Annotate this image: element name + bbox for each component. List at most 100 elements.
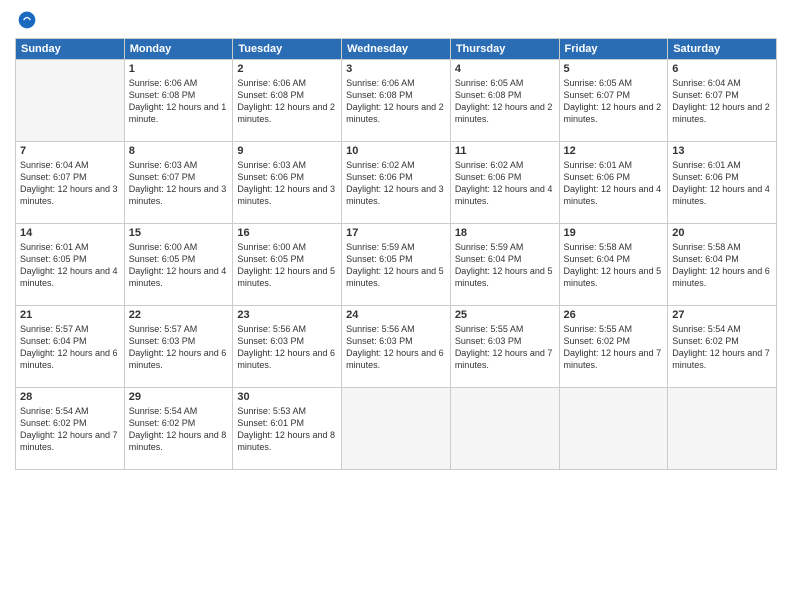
- day-number: 10: [346, 145, 446, 157]
- day-number: 7: [20, 145, 120, 157]
- week-row-2: 14 Sunrise: 6:01 AMSunset: 6:05 PMDayligh…: [16, 224, 777, 306]
- day-number: 13: [672, 145, 772, 157]
- day-number: 25: [455, 309, 555, 321]
- day-info: Sunrise: 6:03 AMSunset: 6:07 PMDaylight:…: [129, 159, 229, 208]
- calendar-cell: 4 Sunrise: 6:05 AMSunset: 6:08 PMDaylight…: [450, 60, 559, 142]
- day-number: 21: [20, 309, 120, 321]
- day-number: 3: [346, 63, 446, 75]
- day-number: 2: [237, 63, 337, 75]
- calendar-cell: 22 Sunrise: 5:57 AMSunset: 6:03 PMDayligh…: [124, 306, 233, 388]
- day-info: Sunrise: 6:00 AMSunset: 6:05 PMDaylight:…: [237, 241, 337, 290]
- calendar-cell: [559, 388, 668, 470]
- day-info: Sunrise: 6:04 AMSunset: 6:07 PMDaylight:…: [20, 159, 120, 208]
- day-info: Sunrise: 6:02 AMSunset: 6:06 PMDaylight:…: [346, 159, 446, 208]
- day-info: Sunrise: 6:01 AMSunset: 6:05 PMDaylight:…: [20, 241, 120, 290]
- day-info: Sunrise: 5:54 AMSunset: 6:02 PMDaylight:…: [129, 405, 229, 454]
- day-number: 26: [564, 309, 664, 321]
- calendar-cell: 16 Sunrise: 6:00 AMSunset: 6:05 PMDayligh…: [233, 224, 342, 306]
- day-number: 5: [564, 63, 664, 75]
- calendar-cell: 11 Sunrise: 6:02 AMSunset: 6:06 PMDayligh…: [450, 142, 559, 224]
- day-info: Sunrise: 5:59 AMSunset: 6:05 PMDaylight:…: [346, 241, 446, 290]
- day-number: 20: [672, 227, 772, 239]
- day-number: 23: [237, 309, 337, 321]
- weekday-header-saturday: Saturday: [668, 39, 777, 60]
- day-info: Sunrise: 6:01 AMSunset: 6:06 PMDaylight:…: [564, 159, 664, 208]
- weekday-header-tuesday: Tuesday: [233, 39, 342, 60]
- logo: [15, 10, 37, 30]
- calendar-cell: 8Sunrise: 6:03 AMSunset: 6:07 PMDaylight…: [124, 142, 233, 224]
- calendar-cell: 20 Sunrise: 5:58 AMSunset: 6:04 PMDayligh…: [668, 224, 777, 306]
- day-info: Sunrise: 6:01 AMSunset: 6:06 PMDaylight:…: [672, 159, 772, 208]
- calendar-cell: 18Sunrise: 5:59 AMSunset: 6:04 PMDayligh…: [450, 224, 559, 306]
- day-number: 4: [455, 63, 555, 75]
- week-row-1: 7 Sunrise: 6:04 AMSunset: 6:07 PMDaylight…: [16, 142, 777, 224]
- week-row-0: 1 Sunrise: 6:06 AMSunset: 6:08 PMDaylight…: [16, 60, 777, 142]
- day-info: Sunrise: 6:05 AMSunset: 6:08 PMDaylight:…: [455, 77, 555, 126]
- day-number: 9: [237, 145, 337, 157]
- calendar-container: SundayMondayTuesdayWednesdayThursdayFrid…: [0, 0, 792, 612]
- day-info: Sunrise: 5:57 AMSunset: 6:03 PMDaylight:…: [129, 323, 229, 372]
- week-row-3: 21 Sunrise: 5:57 AMSunset: 6:04 PMDayligh…: [16, 306, 777, 388]
- day-info: Sunrise: 6:06 AMSunset: 6:08 PMDaylight:…: [346, 77, 446, 126]
- day-number: 1: [129, 63, 229, 75]
- day-number: 27: [672, 309, 772, 321]
- calendar-cell: [342, 388, 451, 470]
- calendar-cell: 15 Sunrise: 6:00 AMSunset: 6:05 PMDayligh…: [124, 224, 233, 306]
- calendar-cell: 13 Sunrise: 6:01 AMSunset: 6:06 PMDayligh…: [668, 142, 777, 224]
- day-info: Sunrise: 6:02 AMSunset: 6:06 PMDaylight:…: [455, 159, 555, 208]
- day-info: Sunrise: 6:04 AMSunset: 6:07 PMDaylight:…: [672, 77, 772, 126]
- calendar-cell: 25Sunrise: 5:55 AMSunset: 6:03 PMDayligh…: [450, 306, 559, 388]
- calendar-cell: 23Sunrise: 5:56 AMSunset: 6:03 PMDayligh…: [233, 306, 342, 388]
- day-info: Sunrise: 5:58 AMSunset: 6:04 PMDaylight:…: [672, 241, 772, 290]
- calendar-cell: 29 Sunrise: 5:54 AMSunset: 6:02 PMDayligh…: [124, 388, 233, 470]
- calendar-cell: 27Sunrise: 5:54 AMSunset: 6:02 PMDayligh…: [668, 306, 777, 388]
- calendar-cell: 19Sunrise: 5:58 AMSunset: 6:04 PMDayligh…: [559, 224, 668, 306]
- calendar-cell: [668, 388, 777, 470]
- calendar-cell: 7 Sunrise: 6:04 AMSunset: 6:07 PMDaylight…: [16, 142, 125, 224]
- calendar-cell: 21 Sunrise: 5:57 AMSunset: 6:04 PMDayligh…: [16, 306, 125, 388]
- calendar-cell: 5 Sunrise: 6:05 AMSunset: 6:07 PMDaylight…: [559, 60, 668, 142]
- calendar-cell: [450, 388, 559, 470]
- day-info: Sunrise: 6:03 AMSunset: 6:06 PMDaylight:…: [237, 159, 337, 208]
- calendar-cell: [16, 60, 125, 142]
- day-info: Sunrise: 5:54 AMSunset: 6:02 PMDaylight:…: [20, 405, 120, 454]
- day-number: 11: [455, 145, 555, 157]
- weekday-header-wednesday: Wednesday: [342, 39, 451, 60]
- day-info: Sunrise: 6:06 AMSunset: 6:08 PMDaylight:…: [129, 77, 229, 126]
- day-info: Sunrise: 6:06 AMSunset: 6:08 PMDaylight:…: [237, 77, 337, 126]
- day-info: Sunrise: 5:56 AMSunset: 6:03 PMDaylight:…: [346, 323, 446, 372]
- day-number: 17: [346, 227, 446, 239]
- day-info: Sunrise: 5:53 AMSunset: 6:01 PMDaylight:…: [237, 405, 337, 454]
- calendar-cell: 6Sunrise: 6:04 AMSunset: 6:07 PMDaylight…: [668, 60, 777, 142]
- day-info: Sunrise: 5:57 AMSunset: 6:04 PMDaylight:…: [20, 323, 120, 372]
- day-number: 16: [237, 227, 337, 239]
- day-info: Sunrise: 6:05 AMSunset: 6:07 PMDaylight:…: [564, 77, 664, 126]
- day-info: Sunrise: 5:59 AMSunset: 6:04 PMDaylight:…: [455, 241, 555, 290]
- week-row-4: 28Sunrise: 5:54 AMSunset: 6:02 PMDayligh…: [16, 388, 777, 470]
- calendar-cell: 1 Sunrise: 6:06 AMSunset: 6:08 PMDaylight…: [124, 60, 233, 142]
- calendar-table: SundayMondayTuesdayWednesdayThursdayFrid…: [15, 38, 777, 470]
- logo-icon: [17, 10, 37, 30]
- day-number: 30: [237, 391, 337, 403]
- calendar-cell: 12Sunrise: 6:01 AMSunset: 6:06 PMDayligh…: [559, 142, 668, 224]
- weekday-header-row: SundayMondayTuesdayWednesdayThursdayFrid…: [16, 39, 777, 60]
- calendar-cell: 2 Sunrise: 6:06 AMSunset: 6:08 PMDaylight…: [233, 60, 342, 142]
- day-number: 29: [129, 391, 229, 403]
- day-number: 22: [129, 309, 229, 321]
- calendar-cell: 3 Sunrise: 6:06 AMSunset: 6:08 PMDaylight…: [342, 60, 451, 142]
- calendar-cell: 24 Sunrise: 5:56 AMSunset: 6:03 PMDayligh…: [342, 306, 451, 388]
- calendar-cell: 28Sunrise: 5:54 AMSunset: 6:02 PMDayligh…: [16, 388, 125, 470]
- calendar-cell: 17 Sunrise: 5:59 AMSunset: 6:05 PMDayligh…: [342, 224, 451, 306]
- calendar-cell: 30 Sunrise: 5:53 AMSunset: 6:01 PMDayligh…: [233, 388, 342, 470]
- day-number: 24: [346, 309, 446, 321]
- weekday-header-thursday: Thursday: [450, 39, 559, 60]
- calendar-cell: 26 Sunrise: 5:55 AMSunset: 6:02 PMDayligh…: [559, 306, 668, 388]
- day-number: 15: [129, 227, 229, 239]
- day-number: 14: [20, 227, 120, 239]
- weekday-header-monday: Monday: [124, 39, 233, 60]
- header: [15, 10, 777, 30]
- calendar-cell: 10 Sunrise: 6:02 AMSunset: 6:06 PMDayligh…: [342, 142, 451, 224]
- day-info: Sunrise: 6:00 AMSunset: 6:05 PMDaylight:…: [129, 241, 229, 290]
- day-info: Sunrise: 5:55 AMSunset: 6:02 PMDaylight:…: [564, 323, 664, 372]
- day-info: Sunrise: 5:58 AMSunset: 6:04 PMDaylight:…: [564, 241, 664, 290]
